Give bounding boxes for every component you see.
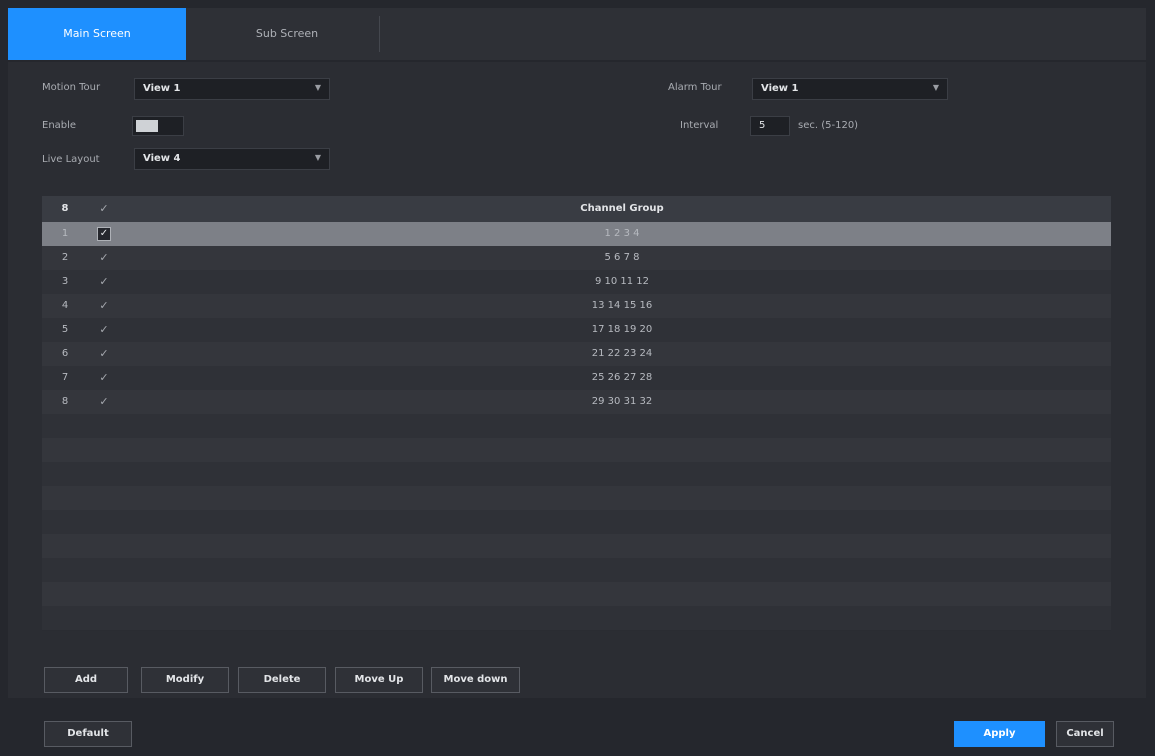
table-row[interactable]: 3 ✓ 9 10 11 12 — [42, 270, 1111, 294]
row-channel-group: 25 26 27 28 — [591, 372, 653, 383]
chevron-down-icon: ▼ — [314, 83, 321, 92]
row-channel-group: 5 6 7 8 — [604, 252, 640, 263]
row-number: 6 — [61, 348, 69, 359]
row-channel-group: 9 10 11 12 — [594, 276, 650, 287]
table-row[interactable]: 7 ✓ 25 26 27 28 — [42, 366, 1111, 390]
enable-toggle[interactable] — [132, 116, 184, 136]
row-checkbox[interactable]: ✓ — [97, 251, 111, 265]
motion-tour-select[interactable]: View 1 ▼ — [134, 78, 330, 100]
empty-row — [42, 486, 1111, 510]
row-channel-group: 17 18 19 20 — [591, 324, 653, 335]
interval-unit: sec. (5-120) — [798, 120, 859, 131]
table-row[interactable]: 4 ✓ 13 14 15 16 — [42, 294, 1111, 318]
empty-row — [42, 462, 1111, 486]
top-bar: Main Screen Sub Screen — [0, 0, 1155, 62]
chevron-down-icon: ▼ — [932, 83, 939, 92]
alarm-tour-value: View 1 — [761, 83, 799, 94]
empty-row — [42, 606, 1111, 630]
tab-main-screen[interactable]: Main Screen — [8, 8, 186, 60]
chevron-down-icon: ▼ — [314, 153, 321, 162]
row-number: 1 — [61, 228, 69, 239]
live-layout-value: View 4 — [143, 153, 181, 164]
motion-tour-value: View 1 — [143, 83, 181, 94]
row-number: 4 — [61, 300, 69, 311]
row-checkbox[interactable]: ✓ — [97, 371, 111, 385]
row-checkbox[interactable]: ✓ — [97, 227, 111, 241]
header-number: 8 — [61, 203, 69, 214]
empty-row — [42, 534, 1111, 558]
table-row[interactable]: 2 ✓ 5 6 7 8 — [42, 246, 1111, 270]
row-checkbox[interactable]: ✓ — [97, 323, 111, 337]
row-checkbox[interactable]: ✓ — [97, 395, 111, 409]
header-channel-group: Channel Group — [580, 203, 664, 214]
live-layout-select[interactable]: View 4 ▼ — [134, 148, 330, 170]
table-header: 8 ✓ Channel Group — [42, 196, 1111, 222]
row-channel-group: 1 2 3 4 — [604, 228, 640, 239]
row-checkbox[interactable]: ✓ — [97, 347, 111, 361]
live-layout-label: Live Layout — [42, 154, 100, 165]
motion-tour-label: Motion Tour — [42, 82, 101, 93]
tab-strip: Main Screen Sub Screen — [8, 8, 1146, 60]
apply-button[interactable]: Apply — [954, 721, 1045, 747]
default-button[interactable]: Default — [44, 721, 132, 747]
empty-row — [42, 582, 1111, 606]
modify-button[interactable]: Modify — [141, 667, 229, 693]
alarm-tour-select[interactable]: View 1 ▼ — [752, 78, 948, 100]
move-down-button[interactable]: Move down — [431, 667, 520, 693]
empty-row — [42, 510, 1111, 534]
row-number: 8 — [61, 396, 69, 407]
row-number: 5 — [61, 324, 69, 335]
alarm-tour-label: Alarm Tour — [668, 82, 722, 93]
tab-sub-screen[interactable]: Sub Screen — [198, 8, 376, 60]
cancel-button[interactable]: Cancel — [1056, 721, 1114, 747]
interval-label: Interval — [680, 120, 719, 131]
row-channel-group: 21 22 23 24 — [591, 348, 653, 359]
row-checkbox[interactable]: ✓ — [97, 275, 111, 289]
table-row[interactable]: 5 ✓ 17 18 19 20 — [42, 318, 1111, 342]
move-up-button[interactable]: Move Up — [335, 667, 423, 693]
table-row[interactable]: 1 ✓ 1 2 3 4 — [42, 222, 1111, 246]
empty-row — [42, 414, 1111, 438]
channel-group-table: 8 ✓ Channel Group 1 ✓ 1 2 3 4 2 ✓ 5 6 7 … — [42, 196, 1111, 631]
interval-input[interactable]: 5 — [750, 116, 790, 136]
empty-row — [42, 558, 1111, 582]
empty-row — [42, 438, 1111, 462]
row-channel-group: 13 14 15 16 — [591, 300, 653, 311]
row-checkbox[interactable]: ✓ — [97, 299, 111, 313]
table-row[interactable]: 8 ✓ 29 30 31 32 — [42, 390, 1111, 414]
toggle-knob — [136, 120, 158, 132]
delete-button[interactable]: Delete — [238, 667, 326, 693]
table-row[interactable]: 6 ✓ 21 22 23 24 — [42, 342, 1111, 366]
row-channel-group: 29 30 31 32 — [591, 396, 653, 407]
header-select-all-checkbox[interactable]: ✓ — [97, 202, 111, 216]
tab-divider — [379, 16, 380, 52]
enable-label: Enable — [42, 120, 77, 131]
row-number: 2 — [61, 252, 69, 263]
row-number: 7 — [61, 372, 69, 383]
add-button[interactable]: Add — [44, 667, 128, 693]
row-number: 3 — [61, 276, 69, 287]
